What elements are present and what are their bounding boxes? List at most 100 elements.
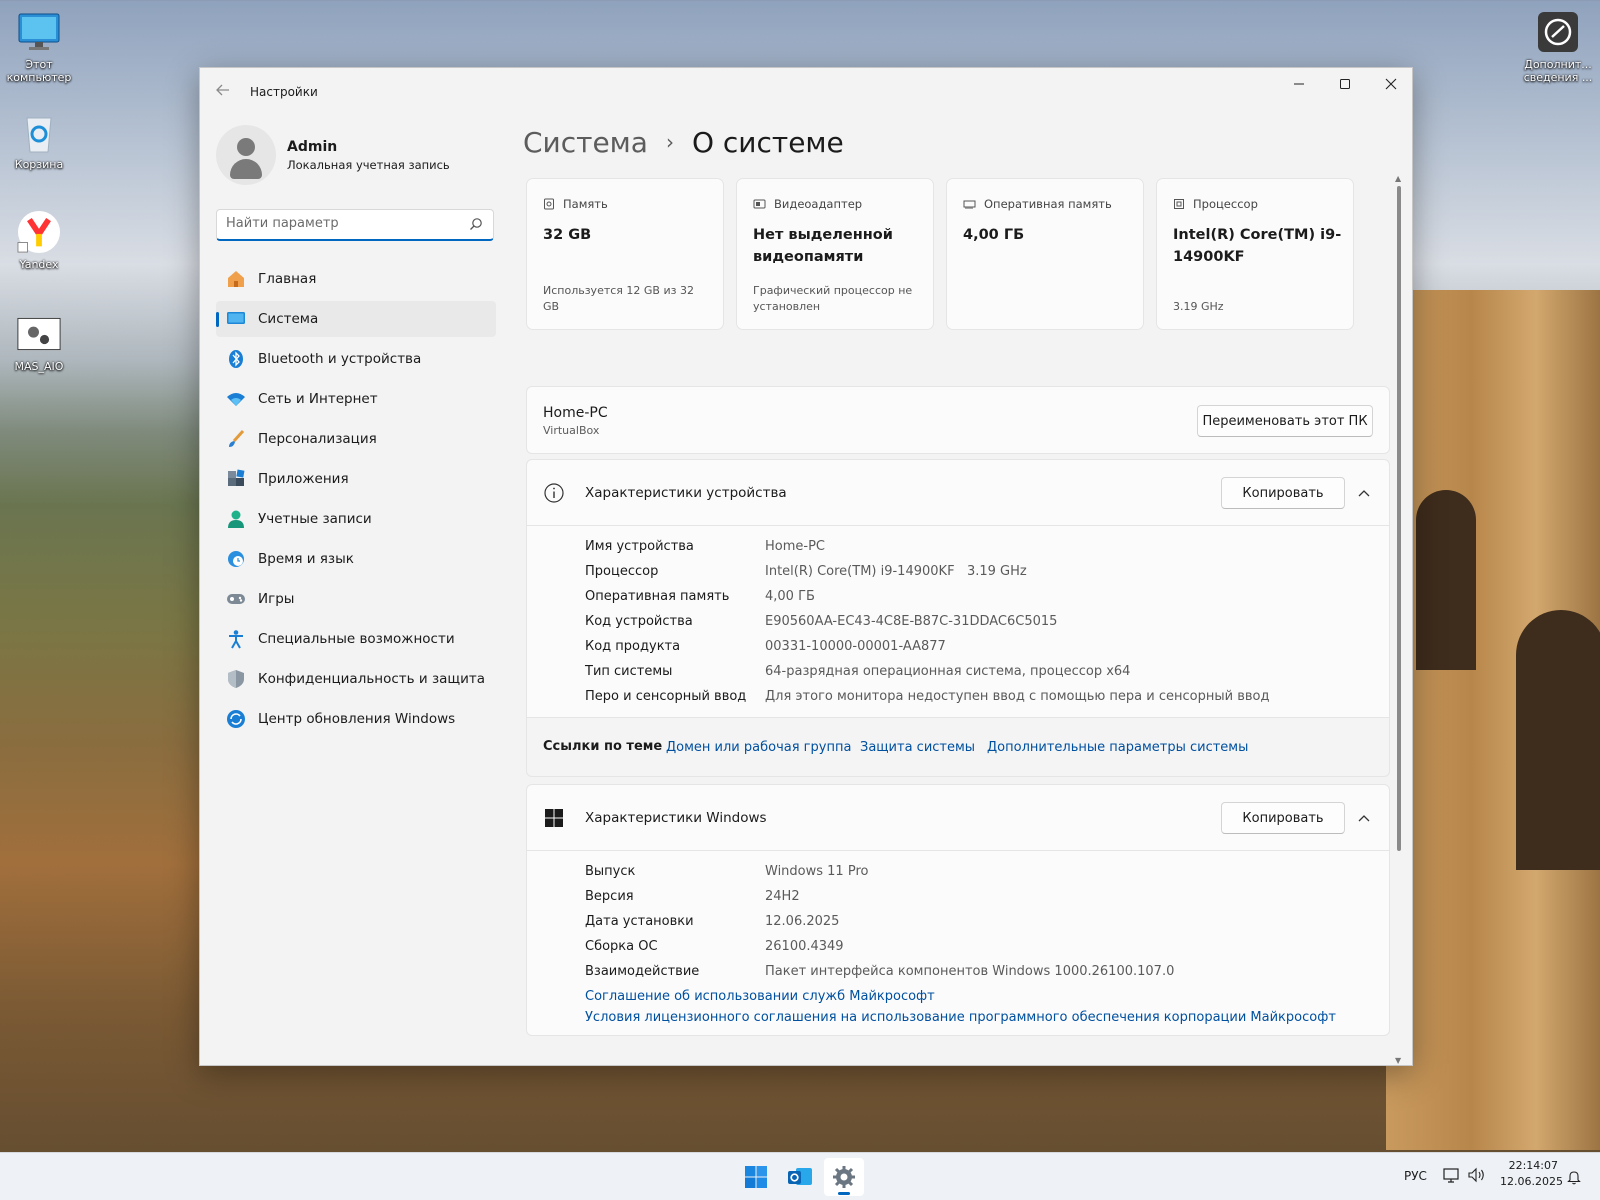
sidebar-item-label: Центр обновления Windows: [258, 711, 456, 727]
pc-name: Home-PC: [543, 405, 608, 421]
device-specs-header[interactable]: Характеристики устройства Копировать: [527, 460, 1389, 526]
clock-time[interactable]: 22:14:07: [1504, 1159, 1558, 1172]
spec-row: Код устройства E90560AA-EC43-4C8E-B87C-31…: [585, 609, 1375, 634]
info-circle-icon: [1536, 10, 1580, 54]
shield-icon: [228, 670, 244, 688]
gamepad-icon: [227, 594, 245, 604]
sidebar-item-bluetooth[interactable]: Bluetooth и устройства: [216, 341, 496, 377]
taskbar-app-settings[interactable]: [824, 1158, 864, 1196]
sidebar-item-home[interactable]: Главная: [216, 261, 496, 297]
sidebar-item-gaming[interactable]: Игры: [216, 581, 496, 617]
spec-value: 64-разрядная операционная система, проце…: [765, 664, 1131, 679]
sidebar-item-time-language[interactable]: Время и язык: [216, 541, 496, 577]
sidebar-item-system[interactable]: Система: [216, 301, 496, 337]
language-indicator[interactable]: РУС: [1404, 1169, 1427, 1183]
sidebar-item-label: Учетные записи: [258, 511, 372, 527]
spec-row: Дата установки 12.06.2025: [585, 909, 1375, 934]
outlook-icon: [788, 1168, 812, 1185]
sidebar-item-accounts[interactable]: Учетные записи: [216, 501, 496, 537]
windows-specs-header[interactable]: Характеристики Windows Копировать: [527, 785, 1389, 851]
sidebar-item-apps[interactable]: Приложения: [216, 461, 496, 497]
link-domain-workgroup[interactable]: Домен или рабочая группа: [666, 740, 851, 755]
card-cpu[interactable]: Процессор Intel(R) Core(TM) i9-14900KF 3…: [1156, 178, 1354, 330]
taskbar-app-outlook[interactable]: [780, 1158, 820, 1196]
volume-icon[interactable]: [1467, 1167, 1487, 1186]
settings-window: Настройки Admin Локальная учетная запись…: [199, 67, 1413, 1066]
desktop-icon-mas-aio[interactable]: MAS_AIO: [0, 312, 78, 373]
search-input[interactable]: [226, 216, 461, 231]
windows-specs-title: Характеристики Windows: [585, 810, 767, 826]
recycle-bin-icon: [17, 110, 61, 154]
device-specs-panel: Характеристики устройства Копировать Имя…: [526, 459, 1390, 717]
card-title: Процессор: [1193, 197, 1258, 211]
apps-icon: [228, 469, 245, 486]
sidebar-item-label: Игры: [258, 591, 295, 607]
monitor-icon: [17, 10, 61, 54]
scrollbar[interactable]: ▲ ▼: [1395, 174, 1403, 1065]
sidebar-item-label: Bluetooth и устройства: [258, 351, 422, 367]
chevron-up-icon[interactable]: [1357, 487, 1371, 501]
spec-value: Windows 11 Pro: [765, 864, 869, 879]
bluetooth-icon: [229, 350, 243, 368]
storage-icon: [544, 198, 554, 210]
spec-key: Оперативная память: [585, 589, 730, 604]
spec-key: Сборка ОС: [585, 939, 658, 954]
search-icon[interactable]: [469, 217, 483, 231]
device-specs-title: Характеристики устройства: [585, 485, 787, 501]
card-gpu[interactable]: Видеоадаптер Нет выделенной видеопамяти …: [736, 178, 934, 330]
spec-key: Код продукта: [585, 639, 681, 654]
link-advanced-system-settings[interactable]: Дополнительные параметры системы: [987, 740, 1248, 755]
sidebar-item-windows-update[interactable]: Центр обновления Windows: [216, 701, 496, 737]
search-box: [216, 209, 494, 241]
sidebar-item-accessibility[interactable]: Специальные возможности: [216, 621, 496, 657]
breadcrumb-parent[interactable]: Система: [523, 126, 648, 159]
start-button[interactable]: [736, 1158, 776, 1196]
desktop-icon-recycle-bin[interactable]: Корзина: [0, 110, 78, 171]
breadcrumb-separator: ›: [665, 130, 674, 154]
desktop-icon-this-pc[interactable]: Этот компьютер: [0, 10, 78, 84]
scrollbar-thumb[interactable]: [1397, 186, 1401, 851]
desktop-icon-extra-info[interactable]: Дополнит... сведения ...: [1519, 10, 1597, 84]
sidebar-item-privacy[interactable]: Конфиденциальность и защита: [216, 661, 496, 697]
spec-value: Home-PC: [765, 539, 825, 554]
card-value: 4,00 ГБ: [963, 227, 1025, 243]
wifi-icon: [227, 393, 245, 406]
notification-bell-icon[interactable]: [1567, 1169, 1581, 1188]
pc-name-panel: Home-PC VirtualBox Переименовать этот ПК: [526, 386, 1390, 454]
desktop-icon-yandex[interactable]: Yandex: [0, 210, 78, 271]
breadcrumb: Система › О системе: [523, 126, 844, 159]
desktop-icon-label: Дополнит... сведения ...: [1523, 58, 1593, 84]
spec-key: Выпуск: [585, 864, 636, 879]
sidebar-item-label: Персонализация: [258, 431, 377, 447]
back-arrow-icon[interactable]: [214, 81, 234, 101]
sidebar-item-label: Система: [258, 311, 319, 327]
spec-key: Перо и сенсорный ввод: [585, 689, 747, 704]
sidebar-item-personalization[interactable]: Персонализация: [216, 421, 496, 457]
spec-row: Выпуск Windows 11 Pro: [585, 859, 1375, 884]
copy-windows-specs-button[interactable]: Копировать: [1221, 802, 1345, 834]
card-storage[interactable]: Память 32 GB Используется 12 GB из 32 GB: [526, 178, 724, 330]
spec-key: Дата установки: [585, 914, 694, 929]
scroll-down-arrow-icon[interactable]: ▼: [1395, 1056, 1403, 1065]
link-system-protection[interactable]: Защита системы: [860, 740, 975, 755]
card-subtitle: Графический процессор не установлен: [753, 284, 913, 313]
spec-row: Тип системы 64-разрядная операционная сис…: [585, 659, 1375, 684]
card-ram[interactable]: Оперативная память 4,00 ГБ: [946, 178, 1144, 330]
sidebar-item-network[interactable]: Сеть и Интернет: [216, 381, 496, 417]
account-icon: [228, 510, 244, 528]
scroll-up-arrow-icon[interactable]: ▲: [1395, 174, 1403, 183]
chevron-up-icon[interactable]: [1357, 812, 1371, 826]
yandex-browser-icon: [17, 210, 61, 254]
link-license-terms[interactable]: Условия лицензионного соглашения на испо…: [585, 1010, 1336, 1025]
gpu-icon: [753, 199, 766, 209]
desktop-icon-label: MAS_AIO: [14, 360, 64, 373]
start-icon: [745, 1166, 767, 1188]
spec-value: Intel(R) Core(TM) i9-14900KF 3.19 GHz: [765, 564, 1027, 579]
copy-device-specs-button[interactable]: Копировать: [1221, 477, 1345, 509]
network-icon[interactable]: [1443, 1167, 1461, 1186]
sidebar-item-label: Специальные возможности: [258, 631, 455, 647]
clock-date[interactable]: 12.06.2025: [1500, 1175, 1563, 1188]
rename-pc-button[interactable]: Переименовать этот ПК: [1197, 405, 1373, 437]
home-icon: [228, 271, 244, 287]
link-services-agreement[interactable]: Соглашение об использовании служб Майкро…: [585, 989, 935, 1004]
